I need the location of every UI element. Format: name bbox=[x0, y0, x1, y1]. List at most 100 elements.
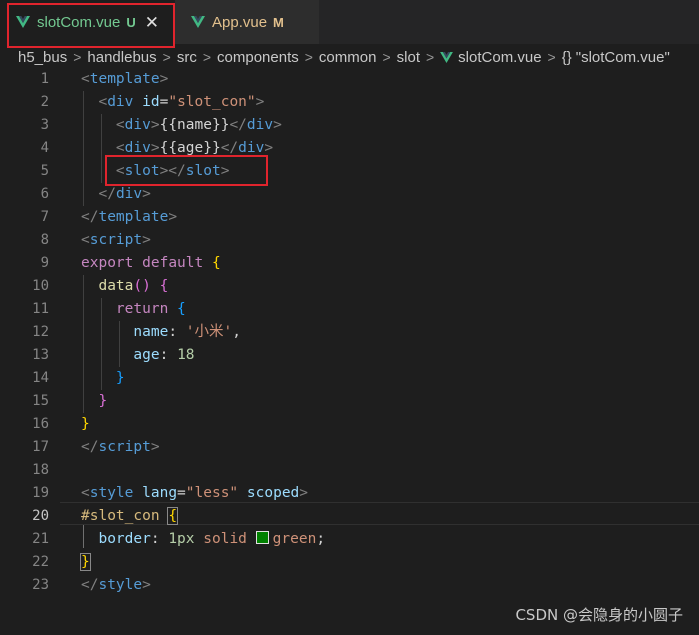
breadcrumb-item[interactable]: handlebus bbox=[87, 49, 156, 66]
breadcrumb-item[interactable]: h5_bus bbox=[18, 49, 67, 66]
vue-file-icon bbox=[440, 51, 454, 63]
line-number: 4 bbox=[40, 140, 49, 156]
code-line: 12 name: '小米', bbox=[0, 321, 699, 344]
code-text: export default { bbox=[81, 255, 221, 271]
line-number: 20 bbox=[32, 508, 49, 524]
code-line: 8 <script> bbox=[0, 229, 699, 252]
tag-name: div bbox=[107, 94, 134, 110]
line-number: 18 bbox=[32, 462, 49, 478]
code-line: 17 </script> bbox=[0, 436, 699, 459]
string-value: '小米' bbox=[185, 324, 233, 340]
code-text: data() { bbox=[98, 278, 169, 294]
line-number: 15 bbox=[32, 393, 49, 409]
line-number: 3 bbox=[40, 117, 49, 133]
breadcrumb-item[interactable]: src bbox=[177, 49, 197, 66]
tag-name: script bbox=[98, 439, 151, 455]
line-number: 14 bbox=[32, 370, 49, 386]
code-text: age: 18 bbox=[133, 347, 195, 363]
breadcrumb-item[interactable]: slotCom.vue bbox=[458, 49, 541, 66]
code-text: } bbox=[98, 393, 108, 409]
line-number: 19 bbox=[32, 485, 49, 501]
breadcrumb-symbol[interactable]: "slotCom.vue" bbox=[576, 49, 670, 66]
watermark: CSDN @会隐身的小圆子 bbox=[515, 606, 683, 624]
line-number: 9 bbox=[40, 255, 49, 271]
css-selector: #slot_con bbox=[81, 508, 160, 524]
modified-badge: M bbox=[273, 14, 284, 30]
tab-label: slotCom.vue bbox=[37, 13, 121, 31]
tag-name: template bbox=[89, 71, 160, 87]
tag-name: template bbox=[98, 209, 169, 225]
code-line-active: 20 #slot_con { bbox=[0, 505, 699, 528]
tag-name: div bbox=[246, 117, 274, 133]
code-text: } bbox=[115, 370, 125, 386]
code-line: 3 <div>{{name}}</div> bbox=[0, 114, 699, 137]
line-number: 6 bbox=[40, 186, 49, 202]
code-text: name: '小米', bbox=[133, 324, 241, 340]
tag-name: slot bbox=[185, 163, 221, 179]
code-line: 4 <div>{{age}}</div> bbox=[0, 137, 699, 160]
tag-name: script bbox=[89, 232, 143, 248]
line-number: 12 bbox=[32, 324, 49, 340]
line-number: 21 bbox=[32, 531, 49, 547]
attr-name: id bbox=[142, 94, 160, 110]
breadcrumb-item[interactable]: slot bbox=[397, 49, 420, 66]
line-number: 13 bbox=[32, 347, 49, 363]
tab-slotcom-vue[interactable]: slotCom.vue U ✕ bbox=[0, 0, 175, 44]
keyword: return bbox=[115, 301, 169, 317]
code-text: <template> bbox=[81, 71, 169, 87]
attr-name: lang bbox=[142, 485, 178, 501]
tab-bar: slotCom.vue U ✕ App.vue M bbox=[0, 0, 699, 44]
chevron-right-icon: > bbox=[202, 49, 212, 65]
close-icon[interactable]: ✕ bbox=[145, 14, 159, 31]
keyword: export bbox=[81, 255, 134, 271]
attr-name: scoped bbox=[246, 485, 300, 501]
css-value: solid bbox=[203, 531, 247, 547]
code-line: 6 </div> bbox=[0, 183, 699, 206]
number-value: 1px bbox=[168, 531, 195, 547]
color-swatch-icon[interactable] bbox=[255, 531, 269, 544]
code-line: 1 <template> bbox=[0, 68, 699, 91]
code-text: <div>{{age}}</div> bbox=[115, 140, 274, 156]
line-number: 23 bbox=[32, 577, 49, 593]
tag-name: style bbox=[89, 485, 134, 501]
chevron-right-icon: > bbox=[162, 49, 171, 65]
tag-name: div bbox=[115, 186, 143, 202]
property: name bbox=[133, 324, 169, 340]
code-line: 9 export default { bbox=[0, 252, 699, 275]
css-property: border bbox=[98, 531, 151, 547]
tag-name: style bbox=[98, 577, 143, 593]
breadcrumb-item[interactable]: components bbox=[217, 49, 299, 66]
chevron-right-icon: > bbox=[73, 49, 82, 65]
code-text: return { bbox=[115, 301, 186, 317]
breadcrumb: h5_bus > handlebus > src > components > … bbox=[0, 44, 699, 70]
chevron-right-icon: > bbox=[382, 49, 391, 65]
line-number: 11 bbox=[32, 301, 49, 317]
tag-name: slot bbox=[124, 163, 160, 179]
code-text: } bbox=[80, 553, 91, 571]
code-line: 11 return { bbox=[0, 298, 699, 321]
line-number: 16 bbox=[32, 416, 49, 432]
code-text: <script> bbox=[81, 232, 151, 248]
chevron-right-icon: > bbox=[304, 49, 313, 65]
code-editor[interactable]: 1 <template> 2 <div id="slot_con"> 3 <di… bbox=[0, 68, 699, 593]
attr-value: "slot_con" bbox=[168, 94, 256, 110]
code-line: 5 <slot></slot> bbox=[0, 160, 699, 183]
code-text: </div> bbox=[98, 186, 151, 202]
code-line: 18 bbox=[0, 459, 699, 482]
code-text: </style> bbox=[81, 577, 151, 593]
tag-name: div bbox=[124, 117, 151, 133]
breadcrumb-item[interactable]: common bbox=[319, 49, 377, 66]
line-number: 22 bbox=[32, 554, 49, 570]
line-number: 2 bbox=[40, 94, 49, 110]
vue-file-icon bbox=[16, 16, 30, 28]
code-line: 13 age: 18 bbox=[0, 344, 699, 367]
tag-name: div bbox=[238, 140, 265, 156]
line-number: 17 bbox=[32, 439, 49, 455]
attr-value: "less" bbox=[185, 485, 239, 501]
line-number: 7 bbox=[40, 209, 49, 225]
keyword: default bbox=[142, 255, 204, 271]
code-text: <style lang="less" scoped> bbox=[81, 485, 309, 501]
tab-app-vue[interactable]: App.vue M bbox=[175, 0, 319, 44]
line-number: 8 bbox=[40, 232, 49, 248]
code-text: border: 1px solid green; bbox=[98, 531, 326, 547]
